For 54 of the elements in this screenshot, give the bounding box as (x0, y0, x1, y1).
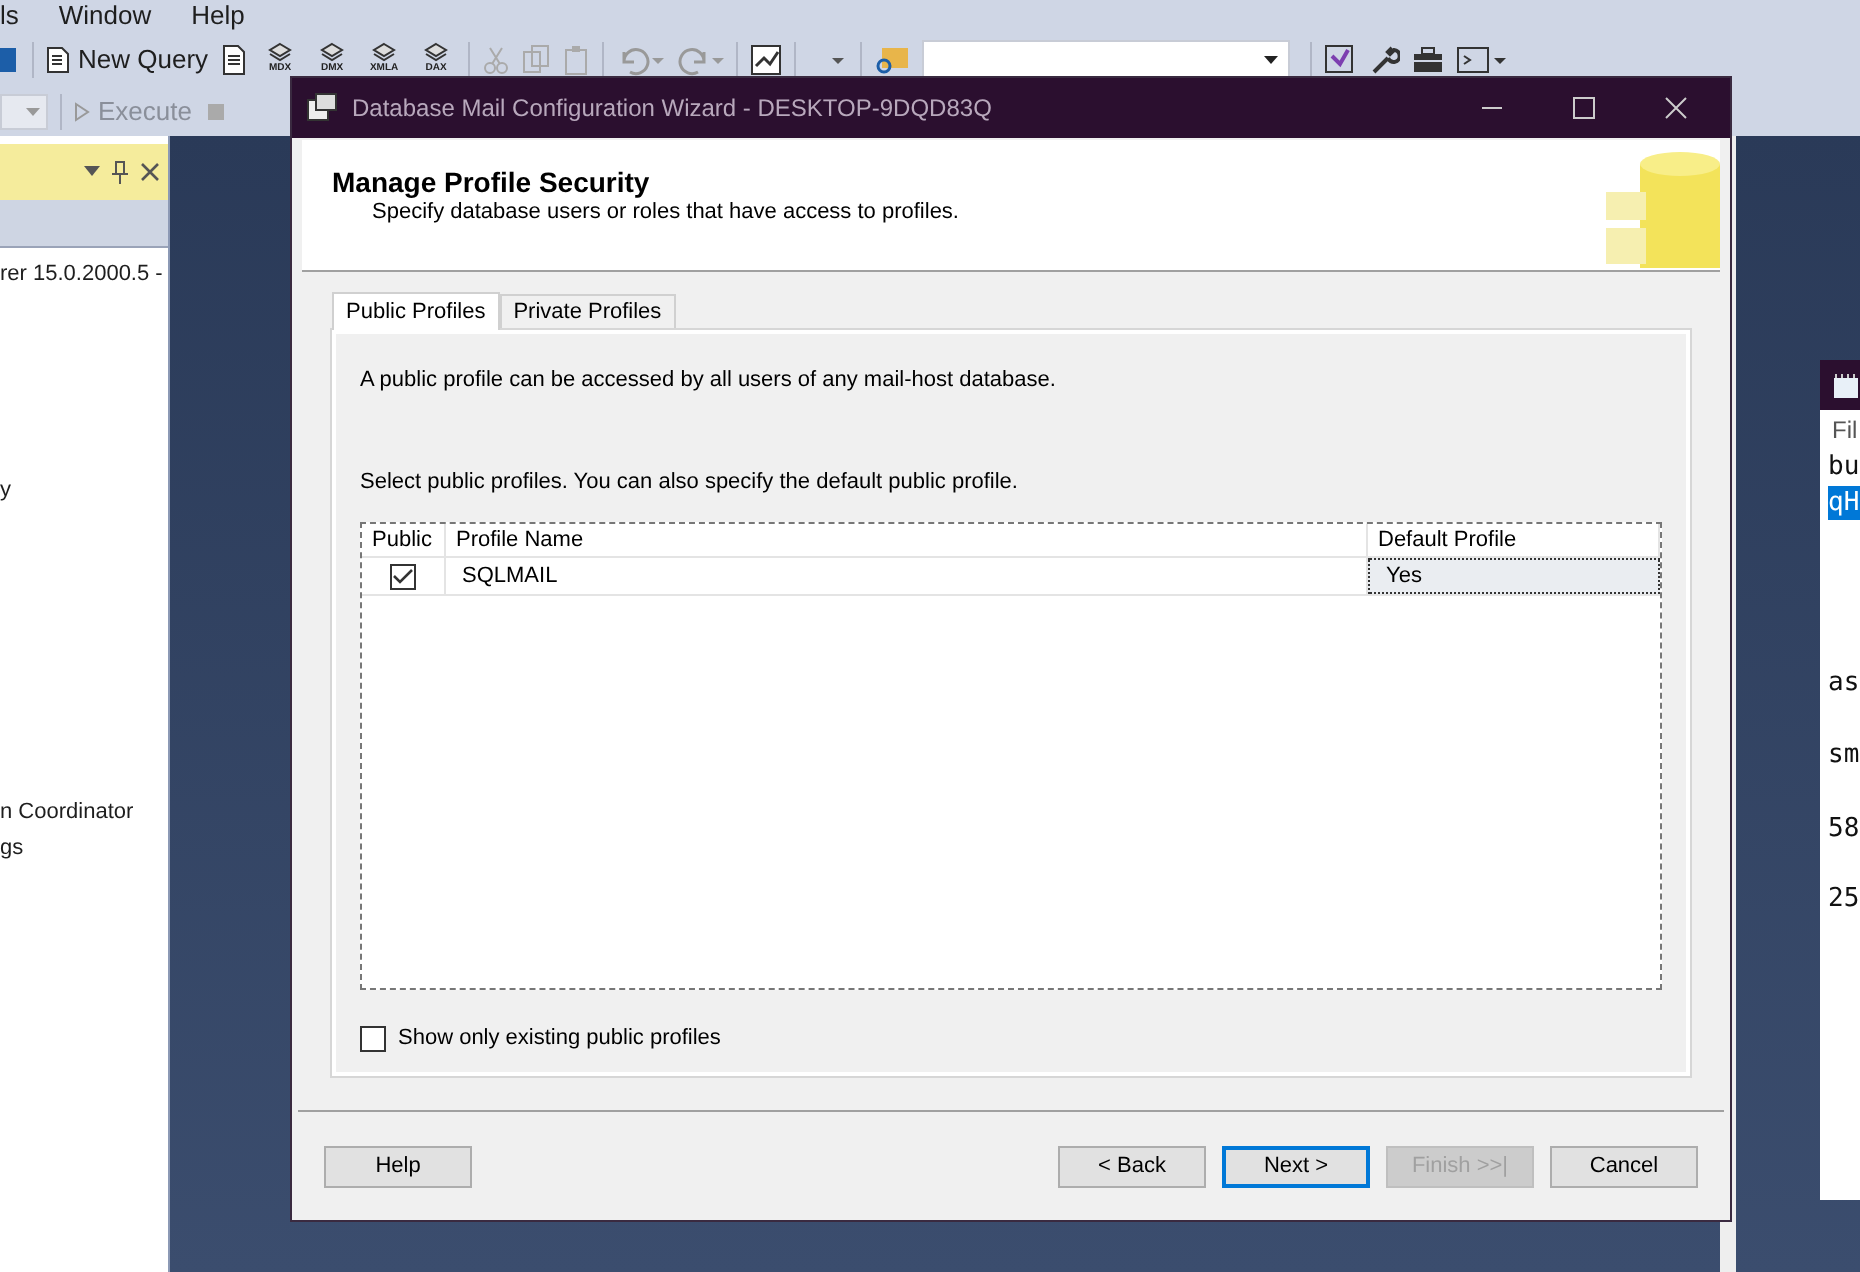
notepad-icon[interactable] (1832, 371, 1860, 399)
tree-item[interactable]: rer 15.0.2000.5 - (0, 258, 163, 291)
menu-item[interactable]: Fil (1820, 410, 1860, 450)
page-subheading: Specify database users or roles that have access to profiles. (370, 198, 961, 226)
layers-icon (372, 42, 397, 62)
wizard-button[interactable]: Next > (1222, 1146, 1370, 1188)
text-line: as (1828, 666, 1860, 700)
tree-item[interactable]: gs (0, 832, 24, 865)
instruction-text: Select public profiles. You can also specify the default public profile. (360, 467, 1020, 497)
page-heading: Manage Profile Security (332, 166, 652, 198)
column-header[interactable]: Public (362, 524, 446, 556)
search-combo-box[interactable] (922, 40, 1291, 80)
close-icon[interactable] (140, 162, 160, 182)
dropdown-arrow-icon (26, 107, 40, 117)
document-icon[interactable] (220, 44, 249, 76)
wizard-button[interactable]: Help (324, 1146, 472, 1188)
checkbox-label[interactable]: Show only existing public profiles (398, 1022, 721, 1055)
tab[interactable]: Public Profiles (332, 292, 500, 330)
description-text: A public profile can be accessed by all users of any mail-host database. (360, 366, 1058, 396)
pin-icon[interactable] (112, 160, 128, 184)
tab[interactable]: Private Profiles (499, 294, 676, 328)
text-line: bu (1828, 450, 1860, 484)
menu-item[interactable]: ls (0, 0, 19, 36)
wizard-button[interactable]: < Back (1058, 1146, 1206, 1188)
wrench-icon[interactable] (1368, 44, 1401, 76)
table-cell[interactable]: Yes (1368, 558, 1660, 594)
text-line: sm (1828, 738, 1860, 772)
column-header[interactable]: Profile Name (446, 524, 1368, 556)
column-header[interactable]: Default Profile (1368, 524, 1660, 556)
terminal-icon[interactable] (1456, 44, 1509, 76)
layers-icon (424, 42, 449, 62)
layers-icon (320, 42, 345, 62)
text-line: 25 (1828, 882, 1860, 916)
menu-item[interactable]: Help (191, 0, 245, 36)
document-icon (46, 46, 70, 74)
dropdown-arrow-icon[interactable] (84, 166, 100, 178)
dropdown-arrow-icon (1264, 54, 1281, 66)
tree-item[interactable]: n Coordinator (0, 796, 134, 829)
text-line: 58 (1828, 812, 1860, 846)
maximize-icon[interactable] (1572, 96, 1596, 120)
save-icon[interactable] (0, 44, 20, 76)
folder-search-icon[interactable] (874, 44, 911, 76)
window-title: Database Mail Configuration Wizard - DESKTOP-9DQD83Q (352, 92, 994, 126)
play-icon (74, 102, 90, 122)
layers-icon (268, 42, 293, 62)
chart-icon[interactable] (750, 44, 783, 76)
wizard-button[interactable]: Cancel (1550, 1146, 1698, 1188)
tree-item[interactable]: y (0, 474, 11, 507)
checkbox[interactable] (360, 1025, 386, 1052)
menu-item[interactable]: Window (58, 0, 152, 36)
checkbox[interactable] (390, 563, 416, 589)
new-query-button[interactable]: New Query (46, 40, 209, 80)
toolbox-icon[interactable] (1412, 44, 1445, 76)
wizard-icon[interactable] (306, 92, 338, 124)
